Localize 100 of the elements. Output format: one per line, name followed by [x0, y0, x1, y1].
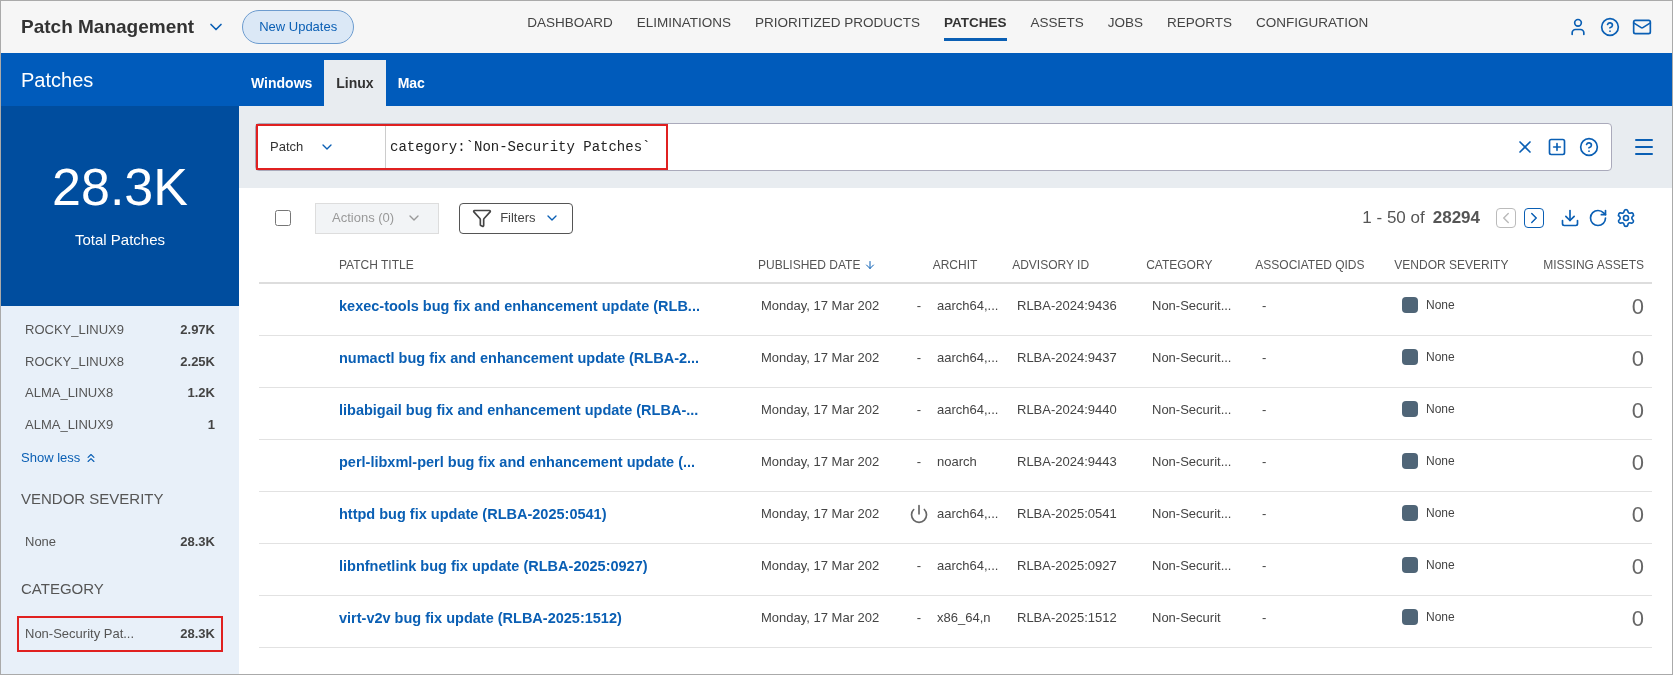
table-cell-text: - [916, 609, 922, 627]
severity-swatch [1402, 297, 1418, 313]
table-cell: Non-Securit... [1152, 454, 1232, 469]
patch-title-link[interactable]: numactl bug fix and enhancement update (RLBA-2... [339, 350, 700, 366]
patch-title-link[interactable]: libnfnetlink bug fix update (RLBA-2025:0927) [339, 558, 648, 574]
nav-link[interactable]: CONFIGURATION [1256, 13, 1369, 41]
column-header[interactable]: ADVISORY ID [1012, 256, 1090, 274]
new-updates-button[interactable]: New Updates [242, 10, 355, 44]
table-cell-text: None [1426, 505, 1455, 522]
scope-dropdown[interactable]: Patch [258, 126, 386, 168]
table-cell: - [1262, 506, 1267, 521]
nav-link[interactable]: PRIORITIZED PRODUCTS [755, 13, 920, 41]
filter-label: ALMA_LINUX8 [25, 384, 114, 402]
column-header[interactable]: ARCHIT [932, 256, 978, 274]
table-cell: Monday, 17 Mar 202 [761, 298, 880, 313]
page-title: Patches [21, 67, 94, 93]
filter-item[interactable]: ALMA_LINUX8 1.2K [21, 377, 219, 409]
table-cell-text: None [1426, 453, 1455, 470]
table-cell-text: - [916, 349, 922, 367]
column-header[interactable]: MISSING ASSETS [1543, 256, 1644, 274]
filter-item[interactable]: Non-Security Pat... 28.3K [17, 616, 223, 652]
table-cell: noarch [937, 454, 977, 469]
nav-link[interactable]: REPORTS [1167, 13, 1233, 41]
patch-title-link[interactable]: virt-v2v bug fix update (RLBA-2025:1512) [339, 610, 622, 626]
column-header[interactable]: CATEGORY [1146, 256, 1213, 274]
plus-square-icon[interactable] [1547, 137, 1567, 157]
mail-icon[interactable] [1632, 17, 1652, 37]
filter-count: 2.97K [180, 321, 215, 339]
table-cell: Non-Securit... [1152, 350, 1232, 365]
filter-group-title: CATEGORY [21, 578, 105, 599]
filter-count: 28.3K [180, 533, 215, 551]
help-icon[interactable] [1600, 17, 1620, 37]
patch-title-link[interactable]: kexec-tools bug fix and enhancement update (RLB... [339, 298, 700, 314]
table-cell: aarch64,... [937, 558, 999, 573]
severity-swatch [1402, 557, 1418, 573]
filters-button[interactable]: Filters [459, 202, 573, 234]
nav-link[interactable]: ASSETS [1030, 13, 1084, 41]
filter-label: None [25, 533, 57, 551]
column-header[interactable]: PUBLISHED DATE [757, 256, 861, 274]
table-cell-text: - [916, 297, 922, 315]
table-cell: - [1262, 350, 1267, 365]
select-all-checkbox[interactable] [275, 210, 291, 226]
table-cell: Non-Securit... [1152, 298, 1232, 313]
table-cell: aarch64,... [937, 298, 999, 313]
chevron-right-icon[interactable] [1524, 208, 1544, 228]
filter-label: ROCKY_LINUX8 [25, 352, 124, 371]
search-bar[interactable]: Patch category:`Non-Security Patches` [255, 123, 1612, 171]
patch-title-link[interactable]: perl-libxml-perl bug fix and enhancement update (... [339, 454, 696, 470]
os-tab[interactable]: Mac [385, 60, 437, 106]
table-cell: RLBA-2025:0927 [1017, 558, 1117, 573]
filter-item[interactable]: ROCKY_LINUX9 2.97K [21, 314, 219, 346]
table-cell-text: - [916, 401, 922, 419]
os-tab[interactable]: Windows [239, 60, 325, 106]
column-header[interactable]: VENDOR SEVERITY [1394, 256, 1509, 274]
table-cell: aarch64,... [937, 506, 999, 521]
table-cell: RLBA-2025:1512 [1017, 610, 1117, 625]
user-icon[interactable] [1568, 17, 1588, 37]
power-icon [909, 504, 929, 524]
show-less-link[interactable]: Show less [21, 448, 219, 468]
column-header[interactable]: ASSOCIATED QIDS [1255, 256, 1365, 274]
table-cell: - [1262, 298, 1267, 313]
filter-icon [472, 208, 493, 228]
filter-item[interactable]: ROCKY_LINUX8 2.25K [21, 345, 219, 377]
table-cell: Monday, 17 Mar 202 [761, 506, 880, 521]
filter-item[interactable]: None 28.3K [21, 526, 219, 558]
table-cell: Non-Securit... [1152, 402, 1232, 417]
nav-link[interactable]: PATCHES [944, 13, 1007, 41]
table-cell-text: None [1426, 401, 1455, 418]
download-icon[interactable] [1560, 208, 1580, 228]
severity-swatch [1402, 453, 1418, 469]
table-cell: - [1262, 402, 1267, 417]
table-cell: RLBA-2025:0541 [1017, 506, 1117, 521]
table-cell: Monday, 17 Mar 202 [761, 402, 880, 417]
table-cell-text: None [1426, 557, 1455, 574]
table-cell: - [1262, 610, 1267, 625]
help-icon[interactable] [1579, 137, 1599, 157]
table-cell: - [1262, 558, 1267, 573]
table-cell: Monday, 17 Mar 202 [761, 558, 880, 573]
os-tab[interactable]: Linux [324, 60, 386, 106]
sort-arrow-icon[interactable] [864, 259, 877, 271]
nav-link[interactable]: ELIMINATIONS [636, 13, 731, 41]
filter-group-title: VENDOR SEVERITY [21, 488, 165, 509]
app-title: Patch Management [21, 14, 195, 39]
refresh-icon[interactable] [1588, 208, 1608, 228]
pagination-total: 28294 [1432, 207, 1480, 230]
table-cell: 0 [1631, 556, 1644, 578]
search-query: category:`Non-Security Patches` [389, 137, 652, 157]
patch-title-link[interactable]: httpd bug fix update (RLBA-2025:0541) [339, 506, 607, 522]
filter-item[interactable]: ALMA_LINUX9 1 [21, 408, 219, 440]
table-cell-text: None [1426, 349, 1455, 366]
table-cell-text: - [916, 453, 922, 471]
nav-link[interactable]: JOBS [1107, 13, 1144, 41]
filter-label: Non-Security Pat... [25, 625, 135, 643]
patch-title-link[interactable]: libabigail bug fix and enhancement update (RLBA-... [339, 402, 699, 418]
table-cell: 0 [1631, 348, 1644, 370]
settings-icon[interactable] [1616, 208, 1636, 228]
filter-count: 28.3K [180, 625, 215, 643]
nav-link[interactable]: DASHBOARD [527, 13, 613, 41]
column-header[interactable]: PATCH TITLE [339, 256, 414, 274]
table-cell: Non-Securit [1152, 610, 1221, 625]
